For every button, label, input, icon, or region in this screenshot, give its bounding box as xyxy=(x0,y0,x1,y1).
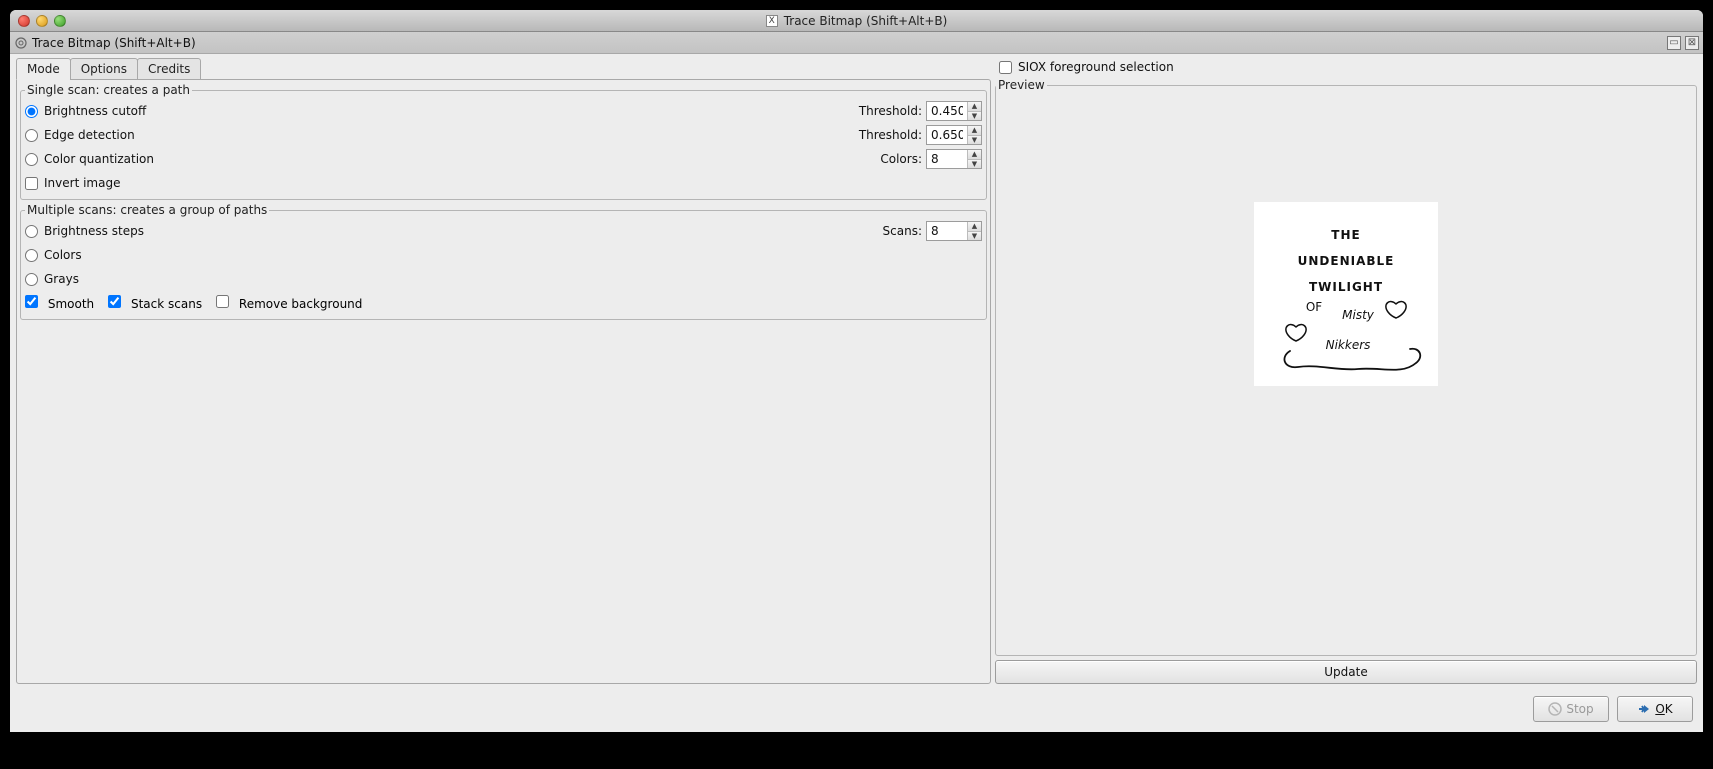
edge-threshold-spin[interactable]: ▲▼ xyxy=(926,125,982,145)
checkbox-siox-input[interactable] xyxy=(999,61,1012,74)
radio-color-quantization-input[interactable] xyxy=(25,153,38,166)
radio-grays-label: Grays xyxy=(44,272,79,286)
content-area: Mode Options Credits Single scan: create… xyxy=(10,54,1703,690)
window-controls xyxy=(18,15,66,27)
single-scan-group: Single scan: creates a path Brightness c… xyxy=(20,83,987,200)
svg-text:TWILIGHT: TWILIGHT xyxy=(1309,280,1383,294)
tab-credits[interactable]: Credits xyxy=(137,58,201,80)
colors-label: Colors: xyxy=(880,152,922,166)
edge-threshold-input[interactable] xyxy=(927,126,967,144)
brightness-threshold-input[interactable] xyxy=(927,102,967,120)
trace-icon xyxy=(14,36,28,50)
radio-brightness-cutoff-label: Brightness cutoff xyxy=(44,104,146,118)
checkbox-stack-scans-input[interactable] xyxy=(108,295,121,308)
colors-spin[interactable]: ▲▼ xyxy=(926,149,982,169)
checkbox-smooth[interactable]: Smooth xyxy=(25,295,94,311)
checkbox-remove-background[interactable]: Remove background xyxy=(216,295,362,311)
window-title: X Trace Bitmap (Shift+Alt+B) xyxy=(10,14,1703,28)
radio-edge-detection-input[interactable] xyxy=(25,129,38,142)
brightness-threshold-label: Threshold: xyxy=(859,104,922,118)
single-scan-legend: Single scan: creates a path xyxy=(25,83,192,97)
update-button[interactable]: Update xyxy=(995,660,1697,684)
spin-down-icon[interactable]: ▼ xyxy=(968,160,981,169)
zoom-icon[interactable] xyxy=(54,15,66,27)
radio-color-quantization-label: Color quantization xyxy=(44,152,154,166)
dialog-window: X Trace Bitmap (Shift+Alt+B) Trace Bitma… xyxy=(10,10,1703,732)
svg-text:THE: THE xyxy=(1331,228,1360,242)
tab-options[interactable]: Options xyxy=(70,58,138,80)
panel-title: Trace Bitmap (Shift+Alt+B) xyxy=(32,36,196,50)
left-pane: Mode Options Credits Single scan: create… xyxy=(16,58,991,684)
preview-group: Preview THE UNDENIABLE TWILIGHT OF Misty… xyxy=(995,78,1697,656)
titlebar[interactable]: X Trace Bitmap (Shift+Alt+B) xyxy=(10,10,1703,32)
svg-text:Misty: Misty xyxy=(1342,308,1375,322)
checkbox-stack-scans-label: Stack scans xyxy=(131,297,202,311)
multiple-scans-legend: Multiple scans: creates a group of paths xyxy=(25,203,269,217)
radio-edge-detection-label: Edge detection xyxy=(44,128,135,142)
close-panel-icon[interactable]: ⊠ xyxy=(1685,36,1699,50)
app-x-icon: X xyxy=(766,15,778,27)
radio-colors-input[interactable] xyxy=(25,249,38,262)
radio-color-quantization[interactable]: Color quantization xyxy=(25,152,154,166)
tab-body: Single scan: creates a path Brightness c… xyxy=(16,79,991,684)
preview-legend: Preview xyxy=(996,78,1047,92)
stop-button-label: Stop xyxy=(1566,702,1593,716)
spin-up-icon[interactable]: ▲ xyxy=(968,150,981,160)
spin-up-icon[interactable]: ▲ xyxy=(968,102,981,112)
colors-input[interactable] xyxy=(927,150,967,168)
iconify-icon[interactable]: ▭ xyxy=(1667,36,1681,50)
brightness-threshold-spin[interactable]: ▲▼ xyxy=(926,101,982,121)
checkbox-invert-image-label: Invert image xyxy=(44,176,120,190)
checkbox-smooth-label: Smooth xyxy=(48,297,94,311)
radio-brightness-cutoff[interactable]: Brightness cutoff xyxy=(25,104,146,118)
radio-brightness-cutoff-input[interactable] xyxy=(25,105,38,118)
radio-colors-label: Colors xyxy=(44,248,82,262)
radio-grays[interactable]: Grays xyxy=(25,272,79,286)
scans-spin[interactable]: ▲▼ xyxy=(926,221,982,241)
tab-strip: Mode Options Credits xyxy=(16,58,991,80)
checkbox-remove-background-input[interactable] xyxy=(216,295,229,308)
stop-button: Stop xyxy=(1533,696,1609,722)
radio-edge-detection[interactable]: Edge detection xyxy=(25,128,135,142)
checkbox-stack-scans[interactable]: Stack scans xyxy=(108,295,202,311)
radio-colors[interactable]: Colors xyxy=(25,248,82,262)
ok-button-label: OK xyxy=(1655,702,1672,716)
scans-input[interactable] xyxy=(927,222,967,240)
checkbox-remove-background-label: Remove background xyxy=(239,297,363,311)
scans-label: Scans: xyxy=(883,224,922,238)
spin-down-icon[interactable]: ▼ xyxy=(968,232,981,241)
panel-header: Trace Bitmap (Shift+Alt+B) ▭ ⊠ xyxy=(10,32,1703,54)
window-title-text: Trace Bitmap (Shift+Alt+B) xyxy=(784,14,948,28)
spin-up-icon[interactable]: ▲ xyxy=(968,126,981,136)
ok-button[interactable]: OK xyxy=(1617,696,1693,722)
svg-text:Nikkers: Nikkers xyxy=(1326,338,1371,352)
radio-brightness-steps[interactable]: Brightness steps xyxy=(25,224,144,238)
edge-threshold-label: Threshold: xyxy=(859,128,922,142)
stop-icon xyxy=(1548,702,1562,716)
radio-brightness-steps-label: Brightness steps xyxy=(44,224,144,238)
radio-brightness-steps-input[interactable] xyxy=(25,225,38,238)
close-icon[interactable] xyxy=(18,15,30,27)
checkbox-invert-image-input[interactable] xyxy=(25,177,38,190)
ok-apply-icon xyxy=(1637,702,1651,716)
radio-grays-input[interactable] xyxy=(25,273,38,286)
minimize-icon[interactable] xyxy=(36,15,48,27)
svg-text:UNDENIABLE: UNDENIABLE xyxy=(1298,254,1395,268)
checkbox-invert-image[interactable]: Invert image xyxy=(25,176,120,190)
svg-text:OF: OF xyxy=(1306,300,1322,314)
multiple-scans-group: Multiple scans: creates a group of paths… xyxy=(20,203,987,320)
preview-image: THE UNDENIABLE TWILIGHT OF Misty Nikkers xyxy=(1254,202,1438,386)
right-pane: SIOX foreground selection Preview THE UN… xyxy=(995,58,1697,684)
checkbox-smooth-input[interactable] xyxy=(25,295,38,308)
preview-artwork-icon: THE UNDENIABLE TWILIGHT OF Misty Nikkers xyxy=(1266,209,1426,379)
spin-down-icon[interactable]: ▼ xyxy=(968,112,981,121)
dialog-footer: Stop OK xyxy=(10,690,1703,732)
checkbox-siox-label: SIOX foreground selection xyxy=(1018,60,1174,74)
spin-down-icon[interactable]: ▼ xyxy=(968,136,981,145)
tab-mode[interactable]: Mode xyxy=(16,58,71,80)
spin-up-icon[interactable]: ▲ xyxy=(968,222,981,232)
